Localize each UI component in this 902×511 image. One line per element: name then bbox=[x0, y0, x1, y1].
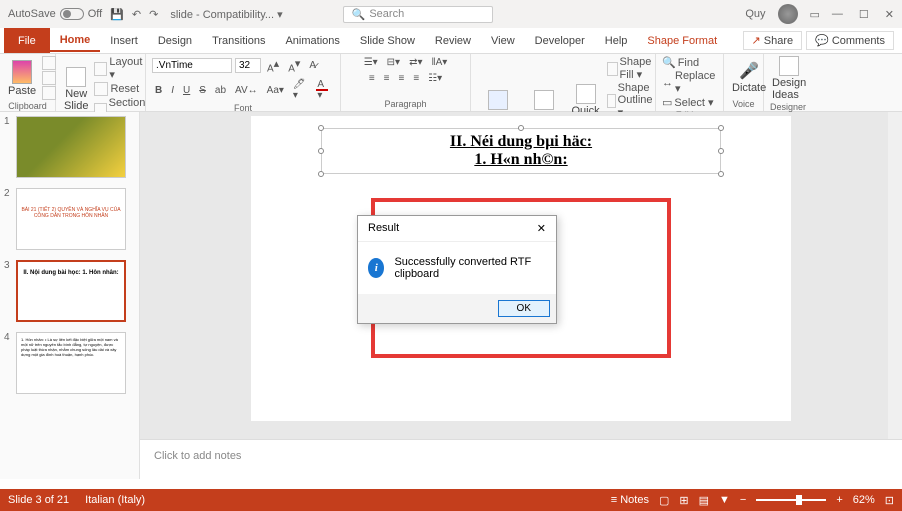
tab-review[interactable]: Review bbox=[425, 31, 481, 51]
new-slide-button[interactable]: New Slide bbox=[62, 67, 90, 112]
avatar[interactable] bbox=[778, 4, 798, 24]
italic-button[interactable]: I bbox=[168, 84, 177, 97]
align-center-button[interactable]: ≡ bbox=[381, 72, 393, 85]
language-status[interactable]: Italian (Italy) bbox=[85, 494, 145, 506]
columns-button[interactable]: ☷▾ bbox=[425, 72, 445, 85]
highlight-button[interactable]: 🖊▾ bbox=[290, 78, 311, 102]
numbering-button[interactable]: ⊟▾ bbox=[384, 56, 403, 69]
select-button[interactable]: ▭Select ▾ bbox=[662, 96, 717, 109]
find-button[interactable]: 🔍Find bbox=[662, 56, 717, 69]
tab-help[interactable]: Help bbox=[595, 31, 638, 51]
dialog-close-icon[interactable]: ✕ bbox=[537, 222, 546, 235]
replace-button[interactable]: ↔Replace ▾ bbox=[662, 70, 717, 95]
tab-developer[interactable]: Developer bbox=[525, 31, 595, 51]
tab-animations[interactable]: Animations bbox=[275, 31, 349, 51]
reset-button[interactable]: Reset bbox=[94, 82, 147, 96]
shape-fill-button[interactable]: Shape Fill ▾ bbox=[607, 56, 658, 81]
info-icon: i bbox=[368, 258, 384, 278]
zoom-out-icon[interactable]: − bbox=[740, 494, 746, 506]
search-input[interactable]: 🔍 Search bbox=[343, 6, 493, 23]
search-icon: 🔍 bbox=[352, 8, 366, 21]
autosave-toggle[interactable]: AutoSave Off bbox=[8, 8, 102, 20]
share-button[interactable]: ↗Share bbox=[743, 31, 803, 50]
tab-view[interactable]: View bbox=[481, 31, 525, 51]
bullets-button[interactable]: ☰▾ bbox=[361, 56, 381, 69]
ribbon-display-icon[interactable]: ▭ bbox=[810, 8, 820, 21]
design-ideas-button[interactable]: Design Ideas bbox=[770, 56, 808, 101]
slide-thumb-3[interactable]: II. Nội dung bài học: 1. Hôn nhân: bbox=[16, 260, 126, 322]
slideshow-view-icon[interactable]: ▼ bbox=[719, 494, 730, 506]
shadow-button[interactable]: ab bbox=[212, 84, 229, 97]
zoom-slider[interactable] bbox=[756, 499, 826, 501]
document-title[interactable]: slide - Compatibility... ▾ bbox=[170, 8, 282, 21]
slide-title-line1[interactable]: II. Néi dung bµi häc: bbox=[326, 133, 716, 151]
align-left-button[interactable]: ≡ bbox=[366, 72, 378, 85]
save-icon[interactable]: 💾 bbox=[110, 8, 124, 21]
change-case-button[interactable]: Aa▾ bbox=[264, 84, 287, 97]
align-right-button[interactable]: ≡ bbox=[396, 72, 408, 85]
zoom-in-icon[interactable]: + bbox=[836, 494, 842, 506]
paste-button[interactable]: Paste bbox=[6, 60, 38, 97]
tab-design[interactable]: Design bbox=[148, 31, 202, 51]
close-icon[interactable]: ✕ bbox=[885, 8, 894, 21]
font-color-button[interactable]: A▾ bbox=[314, 78, 334, 102]
cut-icon[interactable] bbox=[42, 56, 56, 70]
tab-shape-format[interactable]: Shape Format bbox=[637, 31, 727, 51]
slide-thumb-4[interactable]: 1. Hôn nhân: • Là sự liên kết đặc biệt g… bbox=[16, 332, 126, 394]
title-bar: AutoSave Off 💾 ↶ ↷ slide - Compatibility… bbox=[0, 0, 902, 28]
text-direction-button[interactable]: ‖A▾ bbox=[428, 56, 450, 69]
dialog-title: Result bbox=[368, 222, 399, 235]
dictate-button[interactable]: 🎤Dictate bbox=[730, 61, 768, 94]
decrease-font-icon[interactable]: A▾ bbox=[285, 56, 303, 75]
notes-pane[interactable]: Click to add notes bbox=[140, 439, 902, 479]
tab-transitions[interactable]: Transitions bbox=[202, 31, 275, 51]
layout-button[interactable]: Layout ▾ bbox=[94, 56, 147, 81]
vertical-scrollbar[interactable] bbox=[888, 112, 902, 439]
bold-button[interactable]: B bbox=[152, 84, 165, 97]
underline-button[interactable]: U bbox=[180, 84, 193, 97]
status-bar: Slide 3 of 21 Italian (Italy) ≡ Notes ▢ … bbox=[0, 489, 902, 511]
title-textbox[interactable]: II. Néi dung bµi häc: 1. H«n nh©n: bbox=[321, 128, 721, 174]
comments-button[interactable]: 💬Comments bbox=[806, 31, 894, 50]
list-level-button[interactable]: ⇄▾ bbox=[406, 56, 425, 69]
dialog-message: Successfully converted RTF clipboard bbox=[394, 256, 546, 280]
slide-counter[interactable]: Slide 3 of 21 bbox=[8, 494, 69, 506]
user-name[interactable]: Quy bbox=[745, 8, 765, 20]
reading-view-icon[interactable]: ▤ bbox=[699, 494, 709, 507]
maximize-icon[interactable]: ☐ bbox=[859, 8, 869, 21]
tab-insert[interactable]: Insert bbox=[100, 31, 148, 51]
copy-icon[interactable] bbox=[42, 71, 56, 85]
increase-font-icon[interactable]: A▴ bbox=[264, 56, 282, 75]
tab-home[interactable]: Home bbox=[50, 30, 101, 52]
tab-file[interactable]: File bbox=[4, 28, 50, 53]
sorter-view-icon[interactable]: ⊞ bbox=[679, 494, 688, 507]
thumbnail-panel: 1 2BÀI 21 (TIẾT 2) QUYỀN VÀ NGHĨA VỤ CỦA… bbox=[0, 112, 140, 479]
ribbon-tabs: File Home Insert Design Transitions Anim… bbox=[0, 28, 902, 54]
strikethrough-button[interactable]: S bbox=[196, 84, 209, 97]
notes-toggle[interactable]: ≡ Notes bbox=[611, 494, 649, 506]
font-size-select[interactable] bbox=[235, 58, 261, 73]
redo-icon[interactable]: ↷ bbox=[149, 8, 158, 21]
font-name-select[interactable] bbox=[152, 58, 232, 73]
tab-slideshow[interactable]: Slide Show bbox=[350, 31, 425, 51]
fit-window-icon[interactable]: ⊡ bbox=[885, 494, 894, 507]
ok-button[interactable]: OK bbox=[498, 300, 550, 317]
slide-thumb-1[interactable] bbox=[16, 116, 126, 178]
toggle-switch[interactable] bbox=[60, 8, 84, 20]
result-dialog: Result ✕ i Successfully converted RTF cl… bbox=[357, 215, 557, 324]
minimize-icon[interactable]: — bbox=[832, 8, 843, 21]
slide-title-line2[interactable]: 1. H«n nh©n: bbox=[326, 151, 716, 169]
char-spacing-button[interactable]: AV↔ bbox=[232, 84, 261, 97]
normal-view-icon[interactable]: ▢ bbox=[659, 494, 669, 507]
ribbon: Paste Clipboard New Slide Layout ▾ Reset… bbox=[0, 54, 902, 112]
justify-button[interactable]: ≡ bbox=[410, 72, 422, 85]
zoom-level[interactable]: 62% bbox=[853, 494, 875, 506]
clear-format-icon[interactable]: A̷ bbox=[306, 59, 319, 72]
slide-thumb-2[interactable]: BÀI 21 (TIẾT 2) QUYỀN VÀ NGHĨA VỤ CỦA CÔ… bbox=[16, 188, 126, 250]
undo-icon[interactable]: ↶ bbox=[132, 8, 141, 21]
format-painter-icon[interactable] bbox=[42, 86, 56, 100]
